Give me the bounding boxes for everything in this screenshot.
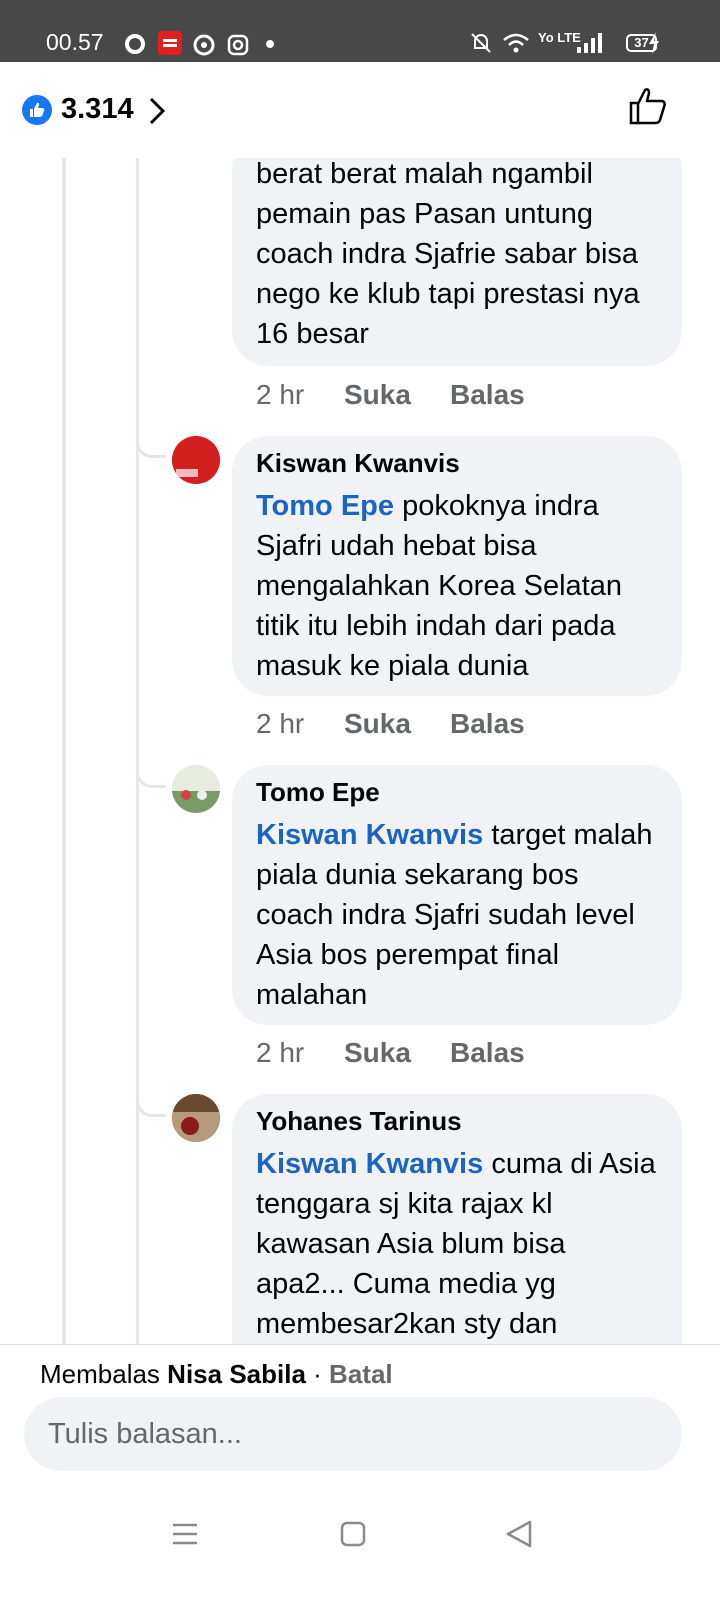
- reply-connector: [136, 766, 166, 788]
- reply-connector: [136, 436, 166, 458]
- app-notification-icon: [158, 31, 182, 55]
- status-time: 00.57: [46, 29, 104, 55]
- comment-thread: berat berat malah ngambil pemain pas Pas…: [0, 158, 720, 1348]
- comment-time: 2 hr: [256, 1037, 305, 1068]
- mention-link[interactable]: Kiswan Kwanvis: [256, 819, 483, 851]
- replying-to-name: Nisa Sabila: [167, 1359, 306, 1389]
- avatar[interactable]: [172, 1094, 220, 1142]
- comment-author[interactable]: Yohanes Tarinus: [256, 1106, 658, 1136]
- reply-button[interactable]: Balas: [450, 379, 525, 411]
- reply-connector: [136, 1095, 166, 1117]
- like-button[interactable]: Suka: [344, 1037, 411, 1069]
- reply-composer: Membalas Nisa Sabila · Batal: [0, 1344, 720, 1500]
- reply-button[interactable]: Balas: [450, 708, 525, 740]
- reply-line: [136, 158, 139, 1348]
- comment-bubble[interactable]: Yohanes Tarinus Kiswan Kwanvis cuma di A…: [232, 1094, 682, 1348]
- system-nav-bar: [0, 1500, 720, 1600]
- mention-link[interactable]: Kiswan Kwanvis: [256, 1148, 483, 1180]
- comment-bubble[interactable]: Tomo Epe Kiswan Kwanvis target malah pia…: [232, 765, 682, 1025]
- comment-text: berat berat malah ngambil pemain pas Pas…: [256, 158, 640, 350]
- chrome-icon: [193, 34, 215, 56]
- thread-line: [62, 158, 66, 1348]
- back-icon[interactable]: [490, 1510, 550, 1560]
- charging-icon: [649, 32, 659, 54]
- comment-bubble[interactable]: berat berat malah ngambil pemain pas Pas…: [232, 158, 682, 366]
- wifi-icon: [503, 33, 529, 53]
- comment-author[interactable]: Tomo Epe: [256, 777, 658, 807]
- chevron-right-icon[interactable]: [146, 96, 168, 126]
- like-badge-icon: [22, 95, 52, 125]
- reply-input[interactable]: [24, 1397, 682, 1471]
- home-icon[interactable]: [322, 1510, 382, 1560]
- comment-text: Kiswan Kwanvis cuma di Asia tenggara sj …: [256, 1148, 656, 1340]
- avatar[interactable]: [172, 436, 220, 484]
- mute-icon: [471, 33, 491, 53]
- comment-text: Kiswan Kwanvis target malah piala dunia …: [256, 819, 653, 1011]
- comment-author[interactable]: Kiswan Kwanvis: [256, 448, 658, 478]
- comment-time: 2 hr: [256, 379, 305, 410]
- reply-button[interactable]: Balas: [450, 1037, 525, 1069]
- thumbs-up-icon[interactable]: [628, 86, 668, 126]
- mention-link[interactable]: Tomo Epe: [256, 490, 394, 522]
- comment-bubble[interactable]: Kiswan Kwanvis Tomo Epe pokoknya indra S…: [232, 436, 682, 696]
- comment-text: Tomo Epe pokoknya indra Sjafri udah heba…: [256, 490, 622, 682]
- like-count[interactable]: 3.314: [61, 93, 134, 126]
- comment-time: 2 hr: [256, 708, 305, 739]
- more-notifications-dot-icon: [266, 40, 274, 48]
- replying-label: Membalas: [40, 1359, 160, 1389]
- like-button[interactable]: Suka: [344, 379, 411, 411]
- status-bar: 00.57 Yo LTE 37: [0, 0, 720, 62]
- separator: ·: [313, 1359, 322, 1389]
- replying-to-line: Membalas Nisa Sabila · Batal: [40, 1359, 393, 1390]
- like-button[interactable]: Suka: [344, 708, 411, 740]
- recent-apps-icon[interactable]: [156, 1510, 216, 1560]
- signal-icon: [577, 33, 602, 53]
- opera-icon: [125, 34, 145, 54]
- avatar[interactable]: [172, 765, 220, 813]
- instagram-icon: [227, 34, 249, 56]
- reactions-header: 3.314: [0, 62, 720, 158]
- cancel-reply-button[interactable]: Batal: [329, 1359, 393, 1389]
